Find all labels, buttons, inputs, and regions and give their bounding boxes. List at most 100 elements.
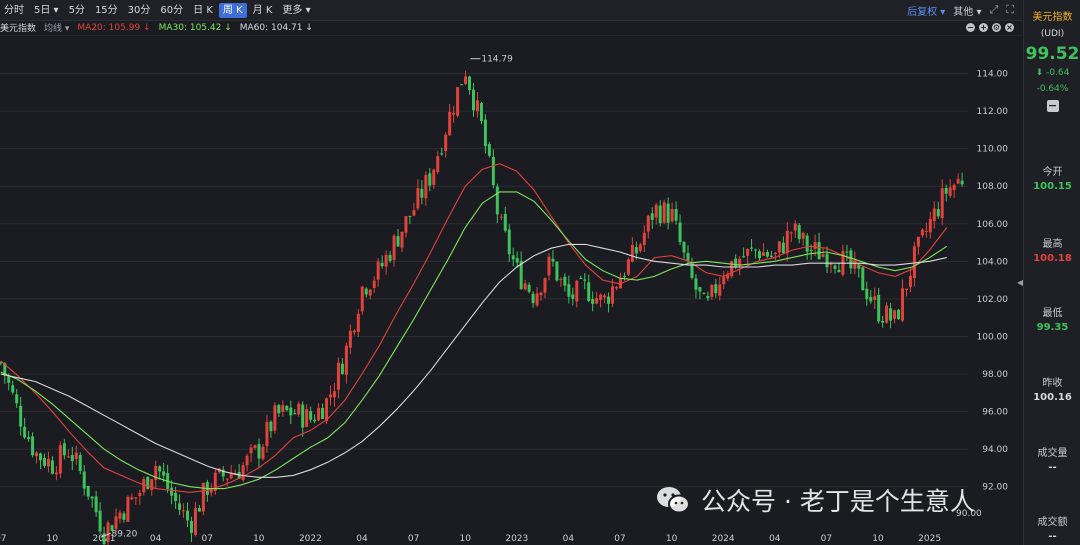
x-tick-label: 04 bbox=[769, 534, 781, 544]
candle-body bbox=[686, 253, 690, 261]
candle-body bbox=[189, 521, 193, 533]
candle-body bbox=[912, 246, 916, 279]
legend-symbol: 美元指数 bbox=[0, 24, 37, 34]
low-label: 最低 bbox=[1042, 308, 1063, 319]
candle-body bbox=[114, 516, 118, 529]
candle-body bbox=[646, 215, 650, 232]
candle-body bbox=[773, 252, 777, 255]
y-tick-label: 100.00 bbox=[977, 332, 1009, 342]
candle-body bbox=[833, 265, 837, 269]
timeframe-tab[interactable]: 月 K bbox=[249, 3, 277, 18]
x-tick-label: 10 bbox=[253, 534, 265, 544]
candle-body bbox=[503, 213, 507, 231]
candle-body bbox=[86, 485, 90, 497]
candle-body bbox=[360, 286, 364, 312]
candlestick-chart[interactable]: 92.00 94.00 96.00 98.00 100.00 102.00 104.00 10… bbox=[0, 36, 1022, 545]
candle-body bbox=[527, 284, 531, 292]
candle-body bbox=[293, 413, 297, 415]
candle-body bbox=[269, 421, 273, 432]
adjust-dropdown[interactable]: 后复权 ▾ bbox=[907, 3, 945, 18]
candle-body bbox=[769, 255, 773, 257]
timeframe-tab[interactable]: 5日 ▾ bbox=[30, 3, 63, 18]
close-icon[interactable]: × bbox=[1005, 23, 1014, 32]
zoom-in-icon[interactable]: + bbox=[979, 23, 988, 32]
timeframe-tab[interactable]: 30分 bbox=[124, 3, 155, 18]
candle-body bbox=[285, 405, 289, 411]
timeframe-tab[interactable]: 60分 bbox=[156, 3, 187, 18]
field-volume: 成交量 -- bbox=[1024, 444, 1080, 473]
candle-body bbox=[364, 288, 368, 295]
settings-icon[interactable]: ⚙ bbox=[992, 23, 1001, 32]
candle-body bbox=[348, 330, 352, 348]
candle-body bbox=[78, 455, 82, 471]
candle-body bbox=[420, 188, 424, 198]
high-annotation: 114.79 bbox=[481, 55, 513, 65]
timeframe-tab[interactable]: 日 K bbox=[189, 3, 217, 18]
x-tick-label: 07 bbox=[614, 534, 625, 544]
field-high: 最高 100.18 bbox=[1024, 235, 1080, 264]
candle-body bbox=[62, 443, 66, 456]
candle-body bbox=[944, 188, 948, 194]
candle-body bbox=[321, 407, 325, 419]
candle-body bbox=[380, 262, 384, 267]
candle-body bbox=[448, 111, 452, 136]
candle-body bbox=[464, 76, 468, 85]
candle-body bbox=[229, 473, 233, 479]
ma-line-ma60 bbox=[0, 243, 947, 478]
high-label: 最高 bbox=[1042, 239, 1063, 250]
candle-body bbox=[404, 216, 408, 233]
y-tick-label: 108.00 bbox=[977, 182, 1009, 192]
candle-body bbox=[193, 508, 197, 535]
candle-body bbox=[305, 409, 309, 427]
candle-body bbox=[23, 426, 27, 438]
candle-body bbox=[70, 454, 74, 462]
candle-body bbox=[861, 267, 865, 291]
zoom-out-icon[interactable]: − bbox=[966, 23, 975, 32]
candle-body bbox=[356, 313, 360, 332]
candle-body bbox=[702, 293, 706, 295]
ma-type-dropdown[interactable]: 均线 ▾ bbox=[44, 21, 69, 34]
timeframe-tab[interactable]: 15分 bbox=[91, 3, 122, 18]
candle-body bbox=[42, 458, 46, 466]
open-value: 100.15 bbox=[1033, 181, 1072, 192]
candle-body bbox=[487, 144, 491, 156]
candle-body bbox=[746, 248, 750, 256]
y-tick-label: 114.00 bbox=[977, 70, 1009, 80]
candle-body bbox=[662, 202, 666, 223]
timeframe-tab[interactable]: 分时 bbox=[0, 3, 28, 18]
x-tick-label: 10 bbox=[459, 534, 471, 544]
candle-body bbox=[372, 280, 376, 288]
collapse-quote-button[interactable]: − bbox=[1046, 100, 1059, 112]
candle-body bbox=[611, 286, 615, 304]
y-tick-label: 92.00 bbox=[982, 483, 1008, 493]
timeframe-tab[interactable]: 5分 bbox=[65, 3, 89, 18]
quote-code: (UDI) bbox=[1040, 29, 1065, 39]
expand-icon[interactable]: ⛶ bbox=[1006, 3, 1014, 17]
field-open: 今开 100.15 bbox=[1024, 163, 1080, 192]
candle-body bbox=[750, 247, 754, 249]
fullscreen-icon[interactable]: ⤢ bbox=[989, 3, 998, 17]
candle-body bbox=[249, 447, 253, 454]
candle-body bbox=[650, 213, 654, 220]
candle-body bbox=[837, 269, 841, 273]
candle-body bbox=[622, 275, 626, 277]
other-dropdown[interactable]: 其他 ▾ bbox=[953, 3, 981, 18]
timeframe-tab[interactable]: 更多 ▾ bbox=[278, 3, 314, 18]
y-tick-label: 106.00 bbox=[977, 220, 1009, 230]
candle-body bbox=[698, 287, 702, 292]
ma-legend: 美元指数 均线 ▾ MA20: 105.99 ↓ MA30: 105.42 ↓ … bbox=[0, 20, 1022, 36]
candle-body bbox=[388, 254, 392, 261]
timeframe-tab[interactable]: 周 K bbox=[218, 2, 247, 18]
candle-body bbox=[507, 229, 511, 255]
low-annotation: 89.20 bbox=[112, 529, 138, 539]
candle-body bbox=[201, 482, 205, 512]
candle-body bbox=[134, 497, 138, 499]
candle-body bbox=[722, 277, 726, 285]
x-tick-label: 10 bbox=[47, 534, 59, 544]
candle-body bbox=[27, 437, 31, 440]
candle-body bbox=[595, 298, 599, 304]
candle-body bbox=[615, 287, 619, 289]
candle-body bbox=[178, 503, 182, 510]
candle-body bbox=[714, 284, 718, 294]
candle-body bbox=[535, 293, 539, 306]
